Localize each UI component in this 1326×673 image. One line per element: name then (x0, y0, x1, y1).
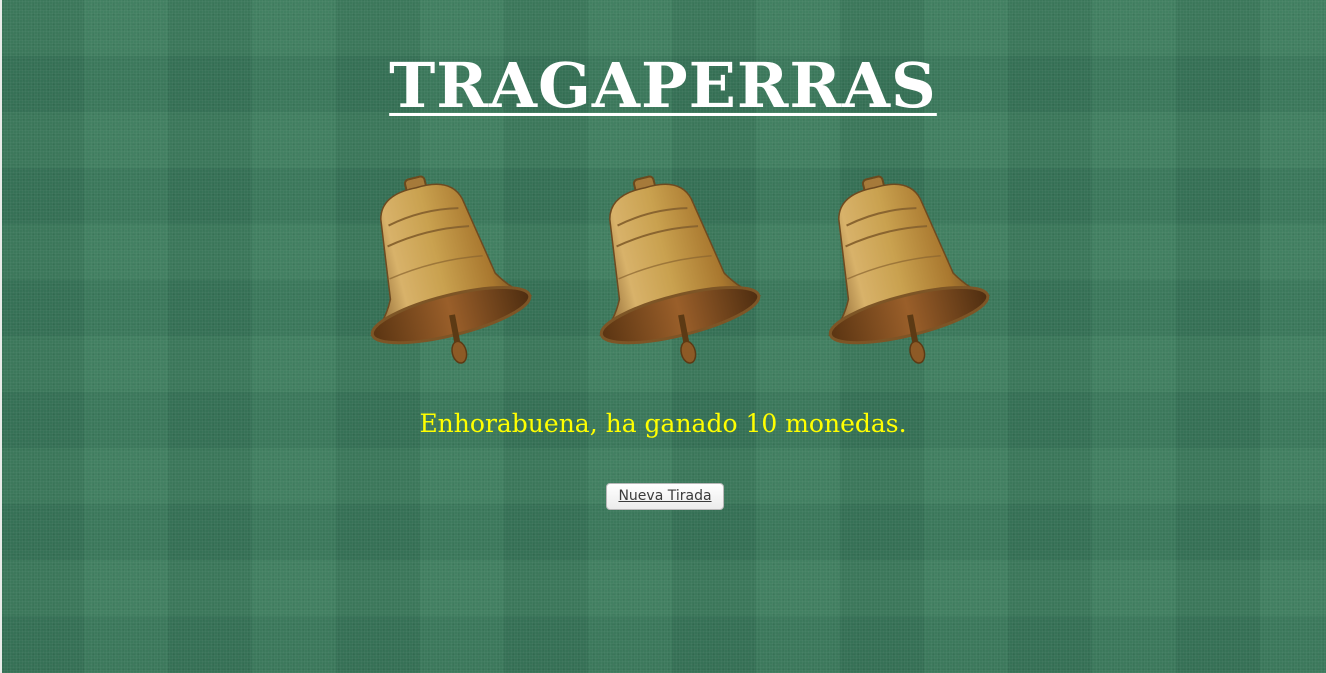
page-title: TRAGAPERRAS (389, 49, 937, 122)
reel-3 (813, 165, 995, 375)
bell-icon (828, 175, 991, 364)
new-spin-button[interactable]: Nueva Tirada (606, 483, 724, 510)
bell-icon (370, 175, 533, 364)
bell-icon (599, 175, 762, 364)
reel-2 (584, 165, 766, 375)
slot-reels (355, 165, 995, 375)
result-message: Enhorabuena, ha ganado 10 monedas. (419, 409, 907, 438)
reel-1 (355, 165, 537, 375)
